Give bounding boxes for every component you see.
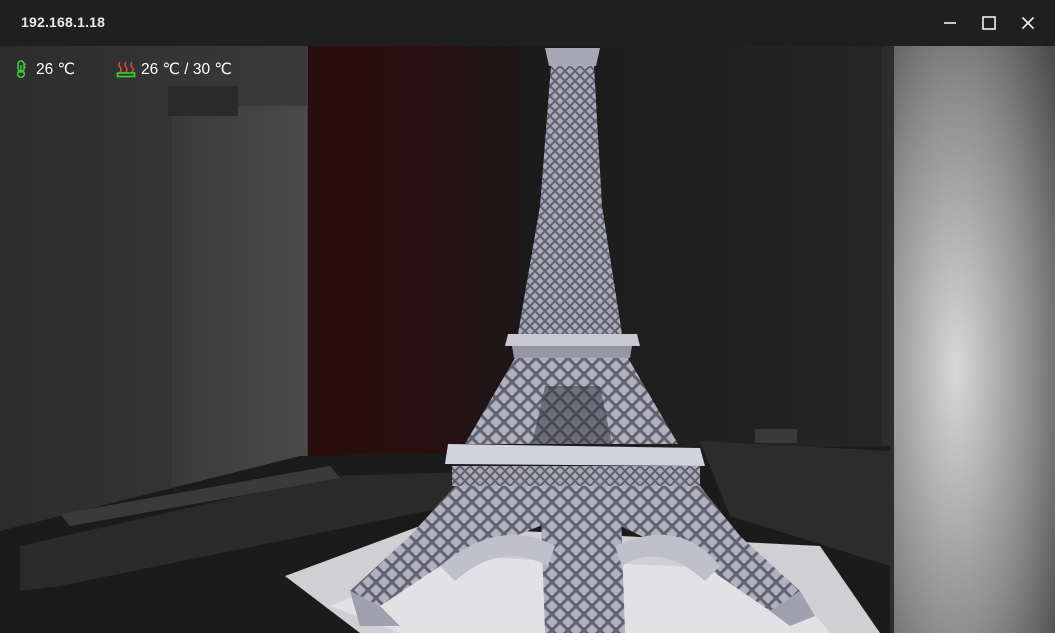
- chamber-temperature-value: 26 ℃: [36, 60, 75, 78]
- close-icon: [1021, 16, 1035, 30]
- maximize-button[interactable]: [969, 0, 1009, 46]
- maximize-icon: [982, 16, 996, 30]
- minimize-button[interactable]: [930, 0, 970, 46]
- camera-feed: [0, 46, 1055, 633]
- bed-temperature-value: 26 ℃ / 30 ℃: [141, 60, 232, 78]
- camera-image: [0, 46, 1055, 633]
- thermometer-icon: [16, 60, 26, 79]
- title-bar[interactable]: 192.168.1.18: [0, 0, 1055, 46]
- window-title: 192.168.1.18: [21, 14, 106, 30]
- heated-bed-icon: [116, 61, 136, 78]
- close-button[interactable]: [1008, 0, 1048, 46]
- chamber-temperature: 26 ℃: [11, 58, 75, 80]
- bed-temperature: 26 ℃ / 30 ℃: [116, 58, 232, 80]
- minimize-icon: [944, 22, 956, 24]
